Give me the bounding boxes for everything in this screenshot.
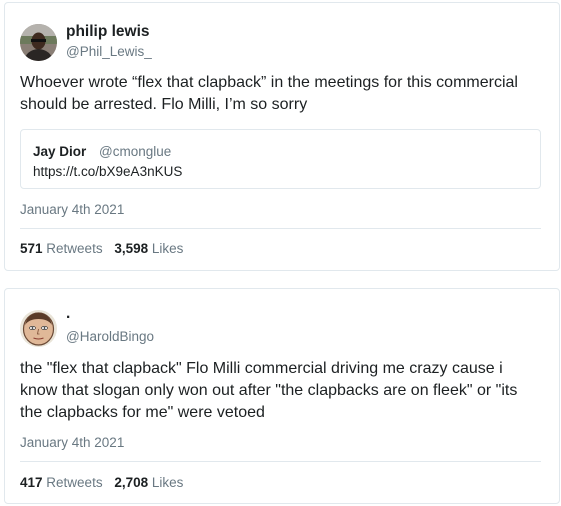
likes-label[interactable]: Likes bbox=[152, 241, 184, 256]
tweet-date[interactable]: January 4th 2021 bbox=[20, 435, 124, 450]
tweet-date[interactable]: January 4th 2021 bbox=[20, 202, 124, 217]
author-name[interactable]: . bbox=[66, 305, 70, 323]
author-handle[interactable]: @HaroldBingo bbox=[66, 329, 154, 344]
author-name[interactable]: philip lewis bbox=[66, 23, 150, 41]
quoted-tweet-link[interactable]: https://t.co/bX9eA3nKUS bbox=[33, 164, 182, 179]
retweets-label[interactable]: Retweets bbox=[46, 475, 102, 490]
tweet-text-line: should be arrested. Flo Milli, I’m so so… bbox=[20, 96, 308, 113]
likes-count: 3,598 bbox=[114, 241, 149, 256]
tweet-card[interactable]: philip lewis @Phil_Lewis_ Whoever wrote … bbox=[4, 2, 560, 271]
profile-photo-icon bbox=[20, 310, 57, 347]
tweet-text: Whoever wrote “flex that clapback” in th… bbox=[20, 72, 545, 116]
quoted-tweet[interactable]: Jay Dior @cmonglue https://t.co/bX9eA3nK… bbox=[20, 129, 541, 189]
tweet-card[interactable]: . @HaroldBingo the "flex that clapback" … bbox=[4, 288, 560, 504]
tweet-stats: 417 Retweets 2,708 Likes bbox=[20, 475, 183, 490]
retweets-count: 571 bbox=[20, 241, 43, 256]
divider bbox=[20, 461, 541, 462]
tweet-stats: 571 Retweets 3,598 Likes bbox=[20, 241, 183, 256]
retweets-count: 417 bbox=[20, 475, 43, 490]
author-handle[interactable]: @Phil_Lewis_ bbox=[66, 44, 152, 59]
divider bbox=[20, 228, 541, 229]
likes-label[interactable]: Likes bbox=[152, 475, 184, 490]
tweet-text-line: the "flex that clapback" Flo Milli comme… bbox=[20, 360, 503, 377]
likes-count: 2,708 bbox=[114, 475, 149, 490]
avatar[interactable] bbox=[20, 24, 57, 61]
tweet-text: the "flex that clapback" Flo Milli comme… bbox=[20, 358, 545, 424]
quoted-author-name: Jay Dior bbox=[33, 144, 87, 159]
quoted-author-handle: @cmonglue bbox=[99, 144, 172, 159]
tweet-text-line: know that slogan only won out after "the… bbox=[20, 382, 518, 399]
tweet-text-line: Whoever wrote “flex that clapback” in th… bbox=[20, 74, 518, 91]
tweet-text-line: the clapbacks for me" were vetoed bbox=[20, 404, 265, 421]
profile-photo-icon bbox=[20, 24, 57, 61]
retweets-label[interactable]: Retweets bbox=[46, 241, 102, 256]
avatar[interactable] bbox=[20, 310, 57, 347]
